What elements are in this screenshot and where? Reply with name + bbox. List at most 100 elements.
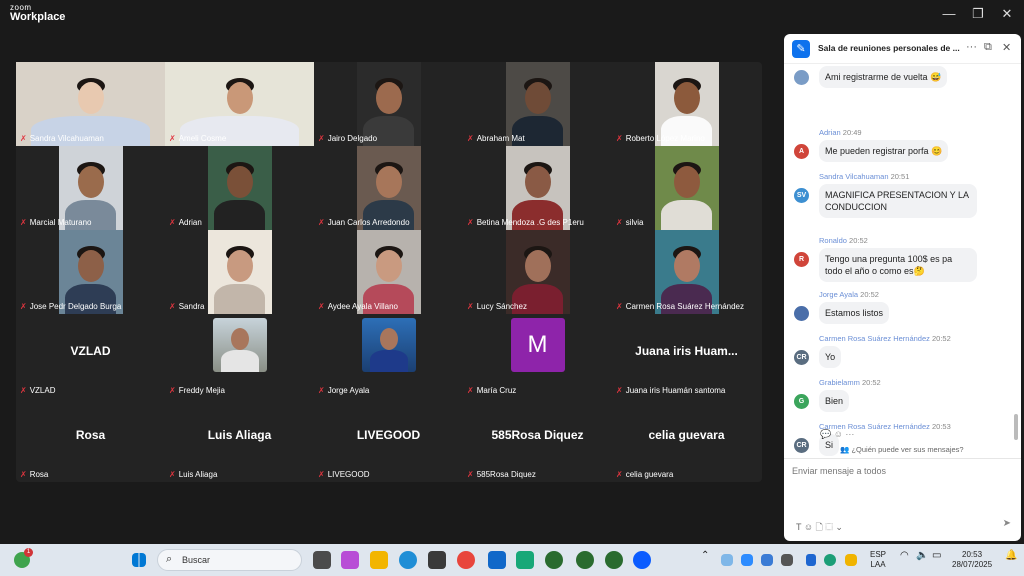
participant-tile[interactable]: ✗ Ameli Cosme [165, 62, 314, 146]
start-icon[interactable] [132, 553, 146, 567]
tray-icon-3[interactable] [761, 554, 773, 566]
edge-icon[interactable] [399, 551, 417, 569]
task-view-icon[interactable] [313, 551, 331, 569]
close-window-button[interactable]: ✕ [999, 6, 1015, 22]
taskbar-search[interactable]: ⌕ Buscar [157, 549, 302, 571]
participant-name: Juan Carlos Arredondo [327, 218, 410, 227]
popout-icon[interactable]: ⧉ [984, 41, 992, 54]
copilot-icon[interactable] [341, 551, 359, 569]
chrome-profile-icon-2[interactable] [576, 551, 594, 569]
participant-tile[interactable]: ✗ Roberto López Marino [612, 62, 761, 146]
message-bubble[interactable]: Ami registrarme de vuelta 😅 [819, 66, 948, 89]
chrome-icon[interactable] [457, 551, 475, 569]
sender-avatar[interactable]: CR [794, 350, 809, 365]
participant-tile[interactable]: VZLAD ✗ VZLAD [16, 314, 165, 398]
sender-avatar[interactable]: A [794, 144, 809, 159]
participant-tile[interactable]: ✗ Carmen Rosa Suárez Hernández [612, 230, 761, 314]
chat-divider [784, 458, 1021, 459]
wifi-icon[interactable]: ◠ [900, 550, 909, 562]
person-body [213, 200, 266, 230]
notifications-icon[interactable]: 🔔 [1005, 550, 1017, 562]
chrome-profile-icon-1[interactable] [545, 551, 563, 569]
participant-tile[interactable]: ✗ silvia [612, 146, 761, 230]
sender-name[interactable]: Sandra Vilcahuaman [819, 172, 889, 181]
zoom-taskbar-icon[interactable] [633, 551, 651, 569]
participant-tile[interactable]: ✗ Jairo Delgado [314, 62, 463, 146]
video-feed [207, 146, 272, 230]
minimize-button[interactable]: — [941, 6, 957, 21]
volume-icon[interactable]: 🔈 [916, 550, 928, 562]
participant-name: 585Rosa Diquez [476, 470, 536, 479]
message-bubble[interactable]: Tengo una pregunta 100$ es pa todo el añ… [819, 248, 977, 283]
participant-tile[interactable]: celia guevara ✗ celia guevara [612, 398, 761, 482]
message-bubble[interactable]: MAGNIFICA PRESENTACION Y LA CONDUCCION [819, 184, 977, 219]
file-explorer-icon[interactable] [370, 551, 388, 569]
who-can-see-link[interactable]: 👥 ¿Quién puede ver sus mensajes? [840, 445, 964, 454]
battery-icon[interactable]: ▭ [932, 550, 941, 562]
participant-tile[interactable]: ✗ Marcial Maturano [16, 146, 165, 230]
participant-tile[interactable]: Juana iris Huam... ✗ Juana iris Huamán san… [612, 314, 761, 398]
chat-title: Sala de reuniones personales de ... [818, 43, 960, 53]
tray-zoom-icon[interactable] [741, 554, 753, 566]
message-bubble[interactable]: Me pueden registrar porfa 😊 [819, 140, 949, 163]
sender-name[interactable]: Carmen Rosa Suárez Hernández [819, 334, 930, 343]
chat-input[interactable]: Enviar mensaje a todos [792, 466, 886, 476]
participant-tile[interactable]: Luis Aliaga ✗ Luis Aliaga [165, 398, 314, 482]
participant-tile[interactable]: ✗ Sandra Vilcahuaman [16, 62, 165, 146]
message-actions[interactable]: 💬 ☺ ··· [820, 429, 854, 440]
message-bubble[interactable]: Yo [819, 346, 842, 369]
send-icon[interactable]: ➤ [1003, 518, 1011, 529]
participant-tile[interactable]: ✗ Freddy Mejia [165, 314, 314, 398]
message-bubble[interactable]: Bien [819, 390, 850, 413]
participant-display-name: Juana iris Huam... [635, 344, 738, 358]
participant-tile[interactable]: ✗ Adrian [165, 146, 314, 230]
sender-name[interactable]: Adrian [819, 128, 841, 137]
chrome-profile-icon-3[interactable] [605, 551, 623, 569]
participant-tile[interactable]: ✗ Betina Mendoza .G des P1eru [463, 146, 612, 230]
tray-chevron-icon[interactable]: ⌃ [701, 550, 709, 562]
tray-icon-4[interactable] [781, 554, 793, 566]
sender-name[interactable]: Jorge Ayala [819, 290, 858, 299]
muted-mic-icon: ✗ [318, 470, 325, 479]
participant-tile[interactable]: ✗ Juan Carlos Arredondo [314, 146, 463, 230]
language-indicator[interactable]: ESP LAA [870, 550, 886, 569]
participant-tile[interactable]: LIVEGOOD ✗ LIVEGOOD [314, 398, 463, 482]
close-chat-icon[interactable]: ✕ [1002, 41, 1011, 54]
participant-tile[interactable]: M ✗ María Cruz [463, 314, 612, 398]
app-icon[interactable] [516, 551, 534, 569]
sender-avatar[interactable]: G [794, 394, 809, 409]
defender-icon[interactable] [488, 551, 506, 569]
participant-tile[interactable]: ✗ Jose Pedr Delgado Burga [16, 230, 165, 314]
sender-name[interactable]: Ronaldo [819, 236, 847, 245]
sender-avatar[interactable] [794, 70, 809, 85]
chat-toolbar[interactable]: T ☺ 🗋 ⬚ ⌄ [796, 520, 843, 536]
bluetooth-icon[interactable] [806, 554, 816, 566]
sender-avatar[interactable]: CR [794, 438, 809, 453]
participant-tile[interactable]: ✗ Sandra [165, 230, 314, 314]
restore-button[interactable]: ❐ [970, 6, 986, 22]
participant-name: Lucy Sánchez [476, 302, 527, 311]
tray-icon-7[interactable] [845, 554, 857, 566]
participant-name-label: ✗ VZLAD [20, 386, 56, 395]
tray-icon-1[interactable] [721, 554, 733, 566]
sender-avatar[interactable] [794, 306, 809, 321]
participant-tile[interactable]: ✗ Aydee Ayala Villano [314, 230, 463, 314]
tray-icon-6[interactable] [824, 554, 836, 566]
message-time: 20:51 [890, 172, 910, 181]
sender-avatar[interactable]: SV [794, 188, 809, 203]
person-face [77, 250, 104, 282]
sender-avatar[interactable]: R [794, 252, 809, 267]
chat-edit-icon[interactable]: ✎ [792, 40, 810, 58]
chat-scrollbar[interactable] [1014, 414, 1018, 440]
participant-tile[interactable]: ✗ Abraham Mat [463, 62, 612, 146]
clock[interactable]: 20:53 28/07/2025 [952, 550, 992, 569]
sender-name[interactable]: Grabielamm [819, 378, 860, 387]
message-bubble[interactable]: Estamos listos [819, 302, 890, 325]
participant-tile[interactable]: 585Rosa Diquez ✗ 585Rosa Diquez [463, 398, 612, 482]
participant-tile[interactable]: ✗ Lucy Sánchez [463, 230, 612, 314]
more-icon[interactable]: ··· [966, 41, 977, 53]
participant-tile[interactable]: Rosa ✗ Rosa [16, 398, 165, 482]
participant-tile[interactable]: ✗ Jorge Ayala [314, 314, 463, 398]
muted-mic-icon: ✗ [20, 386, 27, 395]
store-icon[interactable] [428, 551, 446, 569]
